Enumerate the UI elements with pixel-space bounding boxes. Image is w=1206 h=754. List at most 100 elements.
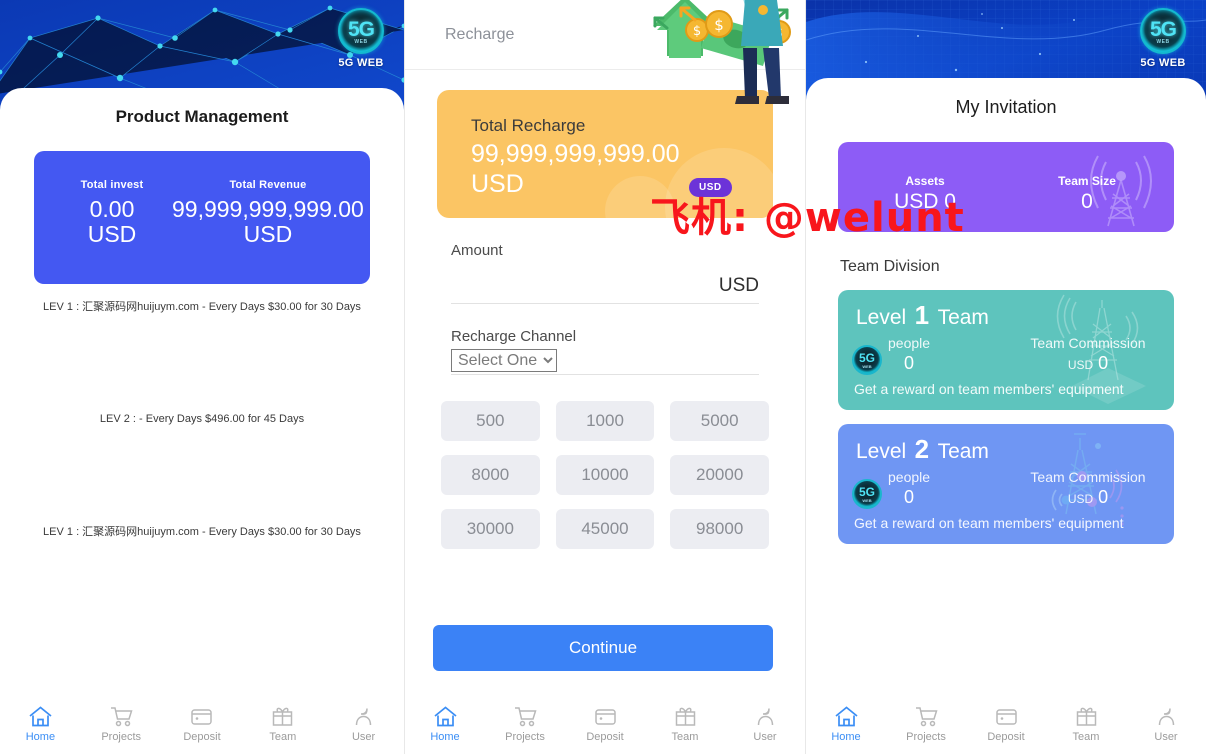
watermark-overlay: 飞机: @welunt	[650, 195, 965, 241]
list-item[interactable]: LEV 2 : - Every Days $496.00 for 45 Days	[0, 412, 404, 426]
nav-item-projects[interactable]: Projects	[485, 703, 565, 743]
brand-mark: 5G	[347, 17, 375, 41]
quick-amount-button[interactable]: 500	[441, 401, 540, 441]
page-title: My Invitation	[955, 97, 1057, 117]
quick-amount-button[interactable]: 10000	[555, 455, 655, 495]
home-icon	[0, 703, 81, 729]
quick-amount-button[interactable]: 8000	[441, 455, 540, 495]
nav-label: User	[1154, 731, 1178, 743]
invite-value: 0	[1081, 190, 1093, 213]
team-word: Team	[937, 306, 989, 329]
nav-item-team[interactable]: Team	[242, 703, 323, 743]
quick-amount-button[interactable]: 30000	[441, 509, 540, 549]
nav-item-user[interactable]: User	[725, 703, 805, 743]
stat-value: 0.00	[89, 196, 135, 222]
home-icon	[405, 703, 485, 729]
team-people-label: people	[888, 335, 931, 351]
user-icon	[725, 703, 805, 729]
team-commission-label: Team Commission	[1030, 335, 1146, 351]
bottom-nav: Home Projects Deposit Team User	[806, 692, 1206, 754]
home-icon	[806, 703, 886, 729]
level-list: LEV 1 : 汇聚源码网huijuym.com - Every Days $3…	[0, 300, 404, 539]
brand-mark: 5G	[858, 350, 875, 365]
channel-label: Recharge Channel	[451, 328, 577, 345]
team-level-word: Level	[856, 306, 907, 329]
list-item[interactable]: LEV 1 : 汇聚源码网huijuym.com - Every Days $3…	[0, 300, 404, 314]
nav-label: Home	[831, 731, 861, 743]
team-card-level-1[interactable]: Level 1 Team 5G WEB people 0 Team Commis…	[838, 290, 1174, 410]
page-title: Product Management	[115, 107, 289, 126]
nav-label: Projects	[906, 731, 946, 743]
team-people-label: people	[888, 469, 931, 485]
quick-amount-button[interactable]: 45000	[555, 509, 655, 549]
5g-badge-icon: 5G WEB	[852, 345, 882, 375]
wallet-icon	[966, 703, 1046, 729]
brand-logo: 5G WEB 5G WEB	[332, 8, 390, 69]
user-icon	[323, 703, 404, 729]
panel-my-invitation: 5G WEB 5G WEB My Invitation Assets USD 0…	[806, 0, 1206, 754]
team-level-word: Level	[856, 440, 907, 463]
total-recharge-amount: 99,999,999,999.00	[471, 140, 680, 168]
quick-amount-button[interactable]: 1000	[555, 401, 655, 441]
nav-item-deposit[interactable]: Deposit	[966, 703, 1046, 743]
team-footer-note: Get a reward on team members' equipment	[854, 515, 1124, 531]
gift-icon	[645, 703, 725, 729]
nav-label: Deposit	[183, 731, 221, 743]
brand-caption: 5G WEB	[338, 57, 384, 69]
team-level-number: 1	[914, 300, 930, 330]
nav-item-home[interactable]: Home	[0, 703, 81, 743]
bottom-nav: Home Projects Deposit Team User	[405, 692, 805, 754]
5g-badge-icon: 5G WEB	[852, 479, 882, 509]
nav-item-team[interactable]: Team	[1046, 703, 1126, 743]
nav-label: Deposit	[987, 731, 1025, 743]
three-panel-screenshot: 5G WEB 5G WEB Product Management Total i…	[0, 0, 1206, 754]
recharge-channel-field: Recharge Channel Select One	[451, 328, 759, 375]
brand-mark: 5G	[1149, 17, 1177, 41]
5g-disc-icon: 5G WEB	[338, 8, 384, 54]
quick-amount-button[interactable]: 98000	[670, 509, 769, 549]
gift-icon	[242, 703, 323, 729]
amount-currency: USD	[718, 275, 759, 296]
nav-item-user[interactable]: User	[323, 703, 404, 743]
team-level-number: 2	[914, 434, 930, 464]
stat-currency: USD	[87, 220, 137, 247]
right-sheet: My Invitation Assets USD 0 Team Size 0 T…	[806, 78, 1206, 544]
team-commission-value: 0	[1098, 487, 1109, 507]
nav-label: Projects	[101, 731, 142, 743]
nav-item-team[interactable]: Team	[645, 703, 725, 743]
quick-amount-button[interactable]: 5000	[670, 401, 769, 441]
amount-label: Amount	[451, 242, 503, 259]
team-people-value: 0	[904, 487, 915, 507]
nav-item-deposit[interactable]: Deposit	[162, 703, 243, 743]
nav-label: Team	[269, 731, 297, 743]
team-word: Team	[937, 440, 989, 463]
brand-mark-sub: WEB	[1156, 39, 1170, 45]
team-commission-value: 0	[1098, 353, 1109, 373]
nav-label: Home	[25, 731, 56, 743]
stat-label: Total Revenue	[229, 179, 307, 191]
nav-label: Home	[430, 731, 460, 743]
svg-text:$: $	[693, 24, 701, 39]
nav-item-user[interactable]: User	[1126, 703, 1206, 743]
continue-button[interactable]: Continue	[433, 625, 773, 671]
left-sheet: Product Management Total invest 0.00 USD…	[0, 88, 404, 539]
channel-select[interactable]: Select One	[451, 349, 557, 372]
team-people-value: 0	[904, 353, 915, 373]
nav-item-projects[interactable]: Projects	[886, 703, 966, 743]
gift-icon	[1046, 703, 1126, 729]
list-item[interactable]: LEV 1 : 汇聚源码网huijuym.com - Every Days $3…	[0, 525, 404, 539]
nav-item-deposit[interactable]: Deposit	[565, 703, 645, 743]
quick-amount-button[interactable]: 20000	[670, 455, 769, 495]
stat-value: 99,999,999,999.00	[172, 196, 364, 222]
team-card-level-2[interactable]: Level 2 Team 5G WEB people 0 Team Commis…	[838, 424, 1174, 544]
nav-item-projects[interactable]: Projects	[81, 703, 162, 743]
nav-item-home[interactable]: Home	[806, 703, 886, 743]
stat-label: Total invest	[80, 179, 144, 191]
header-title: Recharge	[445, 25, 515, 43]
amount-input[interactable]	[451, 277, 711, 297]
totals-card: Total invest 0.00 USD Total Revenue 99,9…	[34, 151, 370, 284]
invite-team-size: Team Size 0	[1006, 174, 1168, 214]
nav-item-home[interactable]: Home	[405, 703, 485, 743]
brand-logo: 5G WEB 5G WEB	[1134, 8, 1192, 69]
nav-label: Projects	[505, 731, 545, 743]
